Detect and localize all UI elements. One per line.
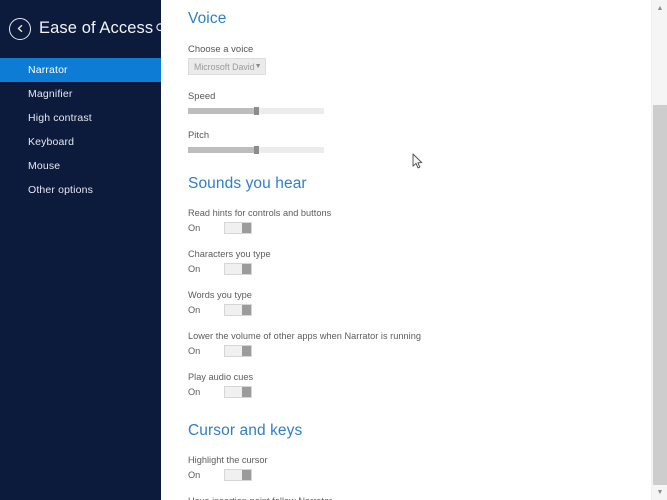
sidebar-item-mouse[interactable]: Mouse xyxy=(0,154,161,178)
toggle-row-play-audio-cues: On xyxy=(188,385,667,398)
sidebar-item-narrator[interactable]: Narrator xyxy=(0,58,161,82)
sidebar-item-label: Mouse xyxy=(28,160,61,172)
toggle-label-lower-volume: Lower the volume of other apps when Narr… xyxy=(188,331,421,341)
section-title-sounds-you-hear: Sounds you hear xyxy=(188,175,307,192)
toggle-knob xyxy=(242,469,251,480)
sidebar-item-magnifier[interactable]: Magnifier xyxy=(0,82,161,106)
sidebar-item-keyboard[interactable]: Keyboard xyxy=(0,130,161,154)
toggle-knob xyxy=(242,222,251,233)
toggle-state-lower-volume: On xyxy=(188,345,201,356)
toggle-label-characters-you-type: Characters you type xyxy=(188,249,271,259)
chevron-up-icon[interactable]: ▲ xyxy=(652,0,667,16)
sidebar-item-high-contrast[interactable]: High contrast xyxy=(0,106,161,130)
speed-label: Speed xyxy=(188,90,216,101)
toggle-row-lower-volume: On xyxy=(188,344,667,357)
vertical-scrollbar[interactable]: ▲ ▼ xyxy=(651,0,667,500)
toggle-knob xyxy=(242,386,251,397)
toggle-label-play-audio-cues: Play audio cues xyxy=(188,372,254,382)
toggle-label-words-you-type: Words you type xyxy=(188,290,252,300)
toggle-label-read-hints: Read hints for controls and buttons xyxy=(188,208,332,218)
sidebar-item-label: Other options xyxy=(28,184,93,196)
toggle-knob xyxy=(242,345,251,356)
toggle-row-characters-you-type: On xyxy=(188,262,667,275)
chevron-down-icon[interactable]: ▼ xyxy=(652,484,667,500)
sidebar-item-label: Magnifier xyxy=(28,88,73,100)
pitch-label: Pitch xyxy=(188,129,210,140)
sidebar-item-other-options[interactable]: Other options xyxy=(0,178,161,202)
speed-slider-thumb[interactable] xyxy=(254,107,259,115)
settings-content-panel: Voice Choose a voice Microsoft David ▼ S… xyxy=(161,0,667,500)
page-title: Ease of Access xyxy=(39,19,154,37)
toggle-knob xyxy=(242,263,251,274)
toggle-words-you-type[interactable] xyxy=(224,303,252,316)
toggle-row-highlight-cursor: On xyxy=(188,468,667,481)
toggle-knob xyxy=(242,304,251,315)
choose-a-voice-label: Choose a voice xyxy=(188,43,254,54)
toggle-label-highlight-cursor: Highlight the cursor xyxy=(188,455,268,465)
toggle-state-highlight-cursor: On xyxy=(188,469,201,480)
toggle-row-words-you-type: On xyxy=(188,303,667,316)
sidebar-item-label: High contrast xyxy=(28,112,92,124)
back-arrow-icon[interactable] xyxy=(9,17,31,40)
toggle-label-insertion-point: Have insertion point follow Narrator xyxy=(188,496,667,500)
toggle-state-characters-you-type: On xyxy=(188,263,201,274)
sidebar-header: Ease of Access xyxy=(0,0,167,57)
toggle-characters-you-type[interactable] xyxy=(224,262,252,275)
ease-of-access-settings-window: Ease of Access Narrator Magnifier High c… xyxy=(0,0,667,500)
toggle-read-hints[interactable] xyxy=(224,221,252,234)
speed-slider[interactable] xyxy=(188,107,324,115)
toggle-play-audio-cues[interactable] xyxy=(224,385,252,398)
section-title-voice: Voice xyxy=(188,10,227,27)
speed-slider-fill xyxy=(188,108,256,114)
sidebar-nav: Narrator Magnifier High contrast Keyboar… xyxy=(0,58,161,202)
toggle-state-read-hints: On xyxy=(188,222,201,233)
section-title-cursor-and-keys: Cursor and keys xyxy=(188,422,303,439)
scrollbar-thumb[interactable] xyxy=(653,105,667,485)
sidebar: Ease of Access Narrator Magnifier High c… xyxy=(0,0,167,500)
sidebar-item-label: Narrator xyxy=(28,64,68,76)
chevron-down-icon: ▼ xyxy=(254,63,262,70)
pitch-slider-thumb[interactable] xyxy=(254,146,259,154)
toggle-lower-volume[interactable] xyxy=(224,344,252,357)
voice-select-value: Microsoft David xyxy=(194,61,255,72)
toggle-state-play-audio-cues: On xyxy=(188,386,201,397)
pitch-slider[interactable] xyxy=(188,146,324,154)
toggle-row-read-hints: On xyxy=(188,221,667,234)
toggle-state-words-you-type: On xyxy=(188,304,201,315)
toggle-highlight-cursor[interactable] xyxy=(224,468,252,481)
voice-select[interactable]: Microsoft David ▼ xyxy=(188,58,266,75)
pitch-slider-fill xyxy=(188,147,256,153)
sidebar-item-label: Keyboard xyxy=(28,136,75,148)
